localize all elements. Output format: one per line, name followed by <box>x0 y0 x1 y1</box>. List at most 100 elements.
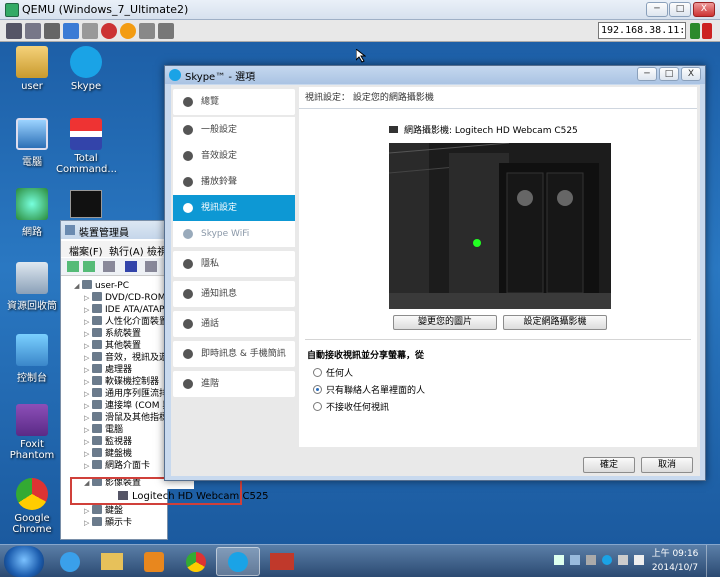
tree-label: 監視器 <box>105 437 133 447</box>
qemu-minimize-button[interactable]: ─ <box>646 2 668 17</box>
help-icon[interactable] <box>125 261 137 272</box>
tray-network-icon[interactable] <box>554 555 564 565</box>
properties-icon[interactable] <box>103 261 115 272</box>
sidebar-group-privacy[interactable]: 隱私 <box>173 251 295 277</box>
lock-icon <box>183 259 193 269</box>
menu-action[interactable]: 執行(A) <box>109 243 144 258</box>
sidebar-item-calls[interactable]: 通話 <box>173 311 295 337</box>
keyboard-icon[interactable] <box>25 23 41 39</box>
skype-options-window: Skype™ - 選項 ─ □ X 總覽 一般設定 音效設定 播放鈴聲 視訊設定… <box>164 65 706 481</box>
sidebar-label: 隱私 <box>201 259 220 269</box>
desktop-icon-user[interactable]: user <box>2 46 62 92</box>
copy-icon[interactable] <box>139 23 155 39</box>
show-desktop-button[interactable] <box>706 545 720 578</box>
start-button[interactable] <box>4 546 44 577</box>
sidebar-item-sounds[interactable]: 播放鈴聲 <box>173 169 295 195</box>
tree-item-webcam[interactable]: Logitech HD Webcam C525 <box>118 491 269 502</box>
radio-button[interactable] <box>313 402 322 411</box>
sidebar-item-privacy[interactable]: 隱私 <box>173 251 295 277</box>
sidebar-group-calls[interactable]: 通話 <box>173 311 295 337</box>
tree-label: IDE ATA/ATAP <box>105 305 165 315</box>
sidebar-label: 通知訊息 <box>201 289 238 299</box>
tree-label: 顯示卡 <box>105 518 133 528</box>
display-icon[interactable] <box>6 23 22 39</box>
menu-file[interactable]: 檔案(F) <box>69 243 103 258</box>
sidebar-item-video[interactable]: 視訊設定 <box>173 195 295 221</box>
ok-button[interactable]: 確定 <box>583 457 635 473</box>
taskbar-skype[interactable] <box>216 547 260 576</box>
forward-icon[interactable] <box>83 261 95 272</box>
device-icon <box>92 352 102 361</box>
scan-icon[interactable] <box>145 261 157 272</box>
sidebar-group-notifications[interactable]: 通知訊息 <box>173 281 295 307</box>
device-manager-icon <box>65 225 75 235</box>
tree-item[interactable]: ▷ 鍵盤 <box>84 505 194 517</box>
sidebar-item-notifications[interactable]: 通知訊息 <box>173 281 295 307</box>
qemu-maximize-button[interactable]: □ <box>669 2 691 17</box>
cmd-window-icon[interactable] <box>70 190 102 218</box>
sidebar-item-general-settings[interactable]: 一般設定 <box>173 117 295 143</box>
tree-item[interactable]: ▷ 顯示卡 <box>84 517 194 529</box>
tray-flag-icon[interactable] <box>586 555 596 565</box>
radio-button[interactable] <box>313 368 322 377</box>
tray-volume-icon[interactable] <box>634 555 644 565</box>
webcam-settings-button[interactable]: 設定網路攝影機 <box>503 315 607 330</box>
qemu-close-button[interactable]: X <box>693 2 715 17</box>
info-icon[interactable] <box>120 23 136 39</box>
video-camera-icon <box>183 203 193 213</box>
taskbar-explorer[interactable] <box>90 547 134 576</box>
folder-icon <box>101 553 123 570</box>
panel-heading: 視訊設定： 設定您的網路攝影機 <box>299 87 697 109</box>
device-icon <box>92 316 102 325</box>
settings-icon[interactable] <box>82 23 98 39</box>
taskbar-toolbox[interactable] <box>260 547 304 576</box>
tree-label: 系統裝置 <box>105 329 142 339</box>
taskbar-ie[interactable] <box>48 547 92 576</box>
sidebar-item-wifi[interactable]: Skype WiFi <box>173 221 295 247</box>
sidebar-item-im[interactable]: 即時訊息 & 手機簡訊 <box>173 341 295 367</box>
radio-button-selected[interactable] <box>313 385 322 394</box>
taskbar-clock[interactable]: 上午 09:16 2014/10/7 <box>650 547 700 575</box>
radio-no-video[interactable]: 不接收任何視訊 <box>313 400 389 413</box>
cancel-button[interactable]: 取消 <box>641 457 693 473</box>
tools-icon[interactable] <box>44 23 60 39</box>
desktop-icon-computer[interactable]: 電腦 <box>2 118 62 168</box>
sidebar-group-general[interactable]: 總覽 <box>173 89 295 115</box>
divider <box>305 339 691 340</box>
dialog-footer: 確定 取消 <box>171 447 700 476</box>
skype-maximize-button[interactable]: □ <box>659 67 679 81</box>
desktop-icon-network[interactable]: 網路 <box>2 188 62 238</box>
tray-speaker-icon[interactable] <box>570 555 580 565</box>
skype-minimize-button[interactable]: ─ <box>637 67 657 81</box>
desktop-icon-foxit[interactable]: Foxit Phantom <box>2 404 62 461</box>
sidebar-item-general[interactable]: 總覽 <box>173 89 295 115</box>
desktop-icon-control-panel[interactable]: 控制台 <box>2 334 62 384</box>
skype-logo-icon <box>169 69 181 81</box>
sidebar-item-audio[interactable]: 音效設定 <box>173 143 295 169</box>
fullscreen-icon[interactable] <box>158 23 174 39</box>
back-icon[interactable] <box>67 261 79 272</box>
network-icon <box>16 188 48 220</box>
sidebar-item-advanced[interactable]: 進階 <box>173 371 295 397</box>
change-picture-button[interactable]: 變更您的圖片 <box>393 315 497 330</box>
tray-monitor-icon[interactable] <box>618 555 628 565</box>
desktop-icon-total-commander[interactable]: Total Command... <box>56 118 117 175</box>
sidebar-label: 播放鈴聲 <box>201 177 238 187</box>
desktop-icon-skype[interactable]: Skype <box>56 46 116 92</box>
sidebar-label: Skype WiFi <box>201 229 250 239</box>
taskbar-chrome[interactable] <box>174 547 218 576</box>
desktop-icon-chrome[interactable]: Google Chrome <box>2 478 62 535</box>
sidebar-label: 通話 <box>201 319 220 329</box>
radio-contacts-only[interactable]: 只有聯絡人名單裡面的人 <box>313 383 425 396</box>
stop-icon[interactable] <box>101 23 117 39</box>
sidebar-group-im[interactable]: 即時訊息 & 手機簡訊 <box>173 341 295 367</box>
refresh-icon[interactable] <box>63 23 79 39</box>
taskbar-media-player[interactable] <box>132 547 176 576</box>
qemu-title: QEMU (Windows_7_Ultimate2) <box>22 3 189 16</box>
vnc-address-field[interactable]: 192.168.38.11:5900 <box>598 22 686 39</box>
radio-anyone[interactable]: 任何人 <box>313 366 353 379</box>
tray-skype-icon[interactable] <box>602 555 612 565</box>
skype-close-button[interactable]: X <box>681 67 701 81</box>
desktop-icon-recycle-bin[interactable]: 資源回收筒 <box>2 262 62 312</box>
sidebar-group-advanced[interactable]: 進階 <box>173 371 295 397</box>
